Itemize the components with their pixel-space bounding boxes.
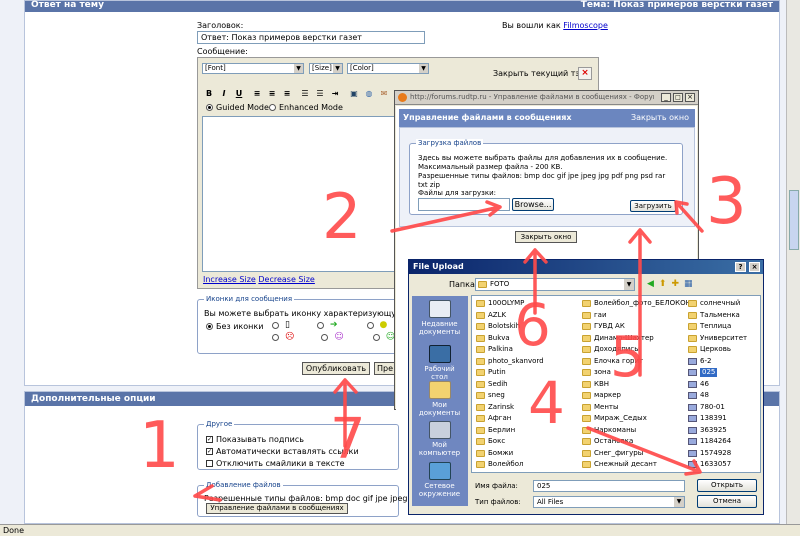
annotation-number-6: 6 (514, 291, 551, 359)
arrow-3 (674, 200, 704, 233)
annotation-number-2: 2 (322, 180, 362, 253)
annotation-number-7: 7 (330, 407, 366, 472)
arrow-1 (193, 484, 222, 502)
arrow-4 (586, 426, 702, 476)
annotation-overlay (193, 200, 704, 502)
annotation-number-4: 4 (528, 369, 565, 437)
arrow-2 (390, 200, 502, 233)
annotation-number-5: 5 (610, 325, 646, 390)
annotation-number-3: 3 (706, 165, 747, 239)
annotation-number-1: 1 (139, 409, 180, 483)
